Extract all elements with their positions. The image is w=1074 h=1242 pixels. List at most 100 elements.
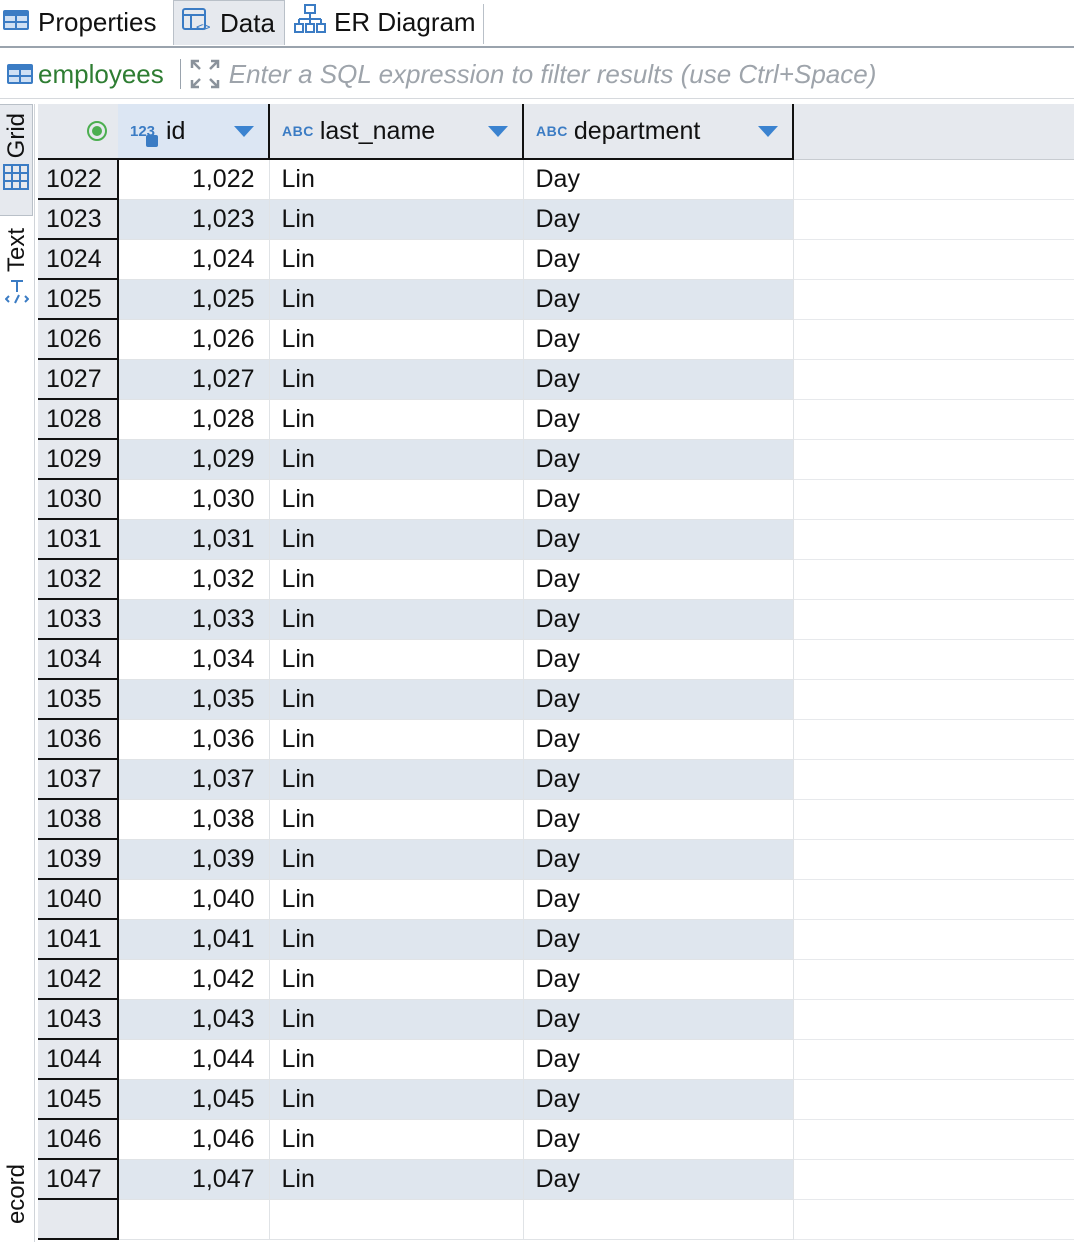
cell-last-name[interactable]: Lin bbox=[269, 1159, 524, 1200]
cell-id[interactable]: 1,038 bbox=[118, 799, 270, 840]
cell-last-name[interactable]: Lin bbox=[269, 159, 524, 200]
table-row[interactable]: 1040 1,040 Lin Day bbox=[38, 879, 1074, 920]
cell-last-name[interactable]: Lin bbox=[269, 679, 524, 720]
row-number[interactable]: 1036 bbox=[38, 719, 119, 760]
tab-er-diagram[interactable]: ER Diagram bbox=[286, 0, 482, 45]
cell-department[interactable]: Day bbox=[523, 639, 794, 680]
cell-id[interactable]: 1,041 bbox=[118, 919, 270, 960]
cell-last-name[interactable]: Lin bbox=[269, 839, 524, 880]
table-row[interactable]: 1027 1,027 Lin Day bbox=[38, 359, 1074, 400]
cell-last-name[interactable]: Lin bbox=[269, 479, 524, 520]
row-number[interactable]: 1043 bbox=[38, 999, 119, 1040]
tab-text-view[interactable]: Text bbox=[0, 228, 33, 328]
tab-properties[interactable]: Properties bbox=[0, 0, 172, 45]
cell-department[interactable]: Day bbox=[523, 559, 794, 600]
cell-department[interactable]: Day bbox=[523, 239, 794, 280]
tab-record-view[interactable]: ecord bbox=[0, 1164, 33, 1242]
cell-id[interactable]: 1,042 bbox=[118, 959, 270, 1000]
row-number[interactable]: 1047 bbox=[38, 1159, 119, 1200]
cell-department[interactable]: Day bbox=[523, 479, 794, 520]
cell-last-name[interactable]: Lin bbox=[269, 1039, 524, 1080]
row-number[interactable]: 1034 bbox=[38, 639, 119, 680]
cell-department[interactable]: Day bbox=[523, 359, 794, 400]
cell-department[interactable]: Day bbox=[523, 319, 794, 360]
column-sort-dropdown-icon[interactable] bbox=[488, 126, 508, 137]
row-number[interactable]: 1035 bbox=[38, 679, 119, 720]
table-row[interactable]: 1042 1,042 Lin Day bbox=[38, 959, 1074, 1000]
cell-department[interactable]: Day bbox=[523, 159, 794, 200]
table-row[interactable]: 1047 1,047 Lin Day bbox=[38, 1159, 1074, 1200]
cell-last-name[interactable]: Lin bbox=[269, 519, 524, 560]
cell-id[interactable]: 1,026 bbox=[118, 319, 270, 360]
cell-id[interactable]: 1,039 bbox=[118, 839, 270, 880]
cell-department[interactable]: Day bbox=[523, 439, 794, 480]
table-name[interactable]: employees bbox=[6, 59, 164, 90]
column-sort-dropdown-icon[interactable] bbox=[758, 126, 778, 137]
cell-last-name[interactable]: Lin bbox=[269, 359, 524, 400]
cell-id[interactable]: 1,045 bbox=[118, 1079, 270, 1120]
row-number[interactable]: 1028 bbox=[38, 399, 119, 440]
table-row[interactable]: 1038 1,038 Lin Day bbox=[38, 799, 1074, 840]
row-number[interactable]: 1033 bbox=[38, 599, 119, 640]
row-number[interactable]: 1046 bbox=[38, 1119, 119, 1160]
table-row[interactable]: 1029 1,029 Lin Day bbox=[38, 439, 1074, 480]
filter-input[interactable]: Enter a SQL expression to filter results… bbox=[229, 59, 877, 90]
cell-last-name[interactable]: Lin bbox=[269, 239, 524, 280]
cell-id[interactable]: 1,024 bbox=[118, 239, 270, 280]
row-number[interactable]: 1022 bbox=[38, 159, 119, 200]
cell-department[interactable]: Day bbox=[523, 959, 794, 1000]
cell-last-name[interactable]: Lin bbox=[269, 639, 524, 680]
table-row[interactable]: 1025 1,025 Lin Day bbox=[38, 279, 1074, 320]
table-row[interactable]: 1036 1,036 Lin Day bbox=[38, 719, 1074, 760]
cell-last-name[interactable]: Lin bbox=[269, 319, 524, 360]
column-sort-dropdown-icon[interactable] bbox=[234, 126, 254, 137]
cell-last-name[interactable]: Lin bbox=[269, 879, 524, 920]
cell-department[interactable]: Day bbox=[523, 399, 794, 440]
grid-corner[interactable] bbox=[38, 104, 118, 160]
cell-last-name[interactable]: Lin bbox=[269, 919, 524, 960]
column-header-last-name[interactable]: ABC last_name bbox=[269, 104, 524, 160]
cell-last-name[interactable]: Lin bbox=[269, 999, 524, 1040]
table-row[interactable]: 1024 1,024 Lin Day bbox=[38, 239, 1074, 280]
row-number[interactable]: 1025 bbox=[38, 279, 119, 320]
cell-last-name[interactable]: Lin bbox=[269, 439, 524, 480]
column-header-department[interactable]: ABC department bbox=[523, 104, 794, 160]
row-number[interactable]: 1038 bbox=[38, 799, 119, 840]
tab-grid-view[interactable]: Grid bbox=[0, 104, 33, 216]
row-number[interactable]: 1030 bbox=[38, 479, 119, 520]
cell-department[interactable]: Day bbox=[523, 919, 794, 960]
cell-last-name[interactable]: Lin bbox=[269, 1119, 524, 1160]
cell-id[interactable]: 1,028 bbox=[118, 399, 270, 440]
cell-department[interactable]: Day bbox=[523, 199, 794, 240]
cell-id[interactable]: 1,040 bbox=[118, 879, 270, 920]
table-row[interactable]: 1035 1,035 Lin Day bbox=[38, 679, 1074, 720]
table-row[interactable]: 1032 1,032 Lin Day bbox=[38, 559, 1074, 600]
table-row[interactable]: 1033 1,033 Lin Day bbox=[38, 599, 1074, 640]
cell-last-name[interactable]: Lin bbox=[269, 199, 524, 240]
table-row[interactable]: 1039 1,039 Lin Day bbox=[38, 839, 1074, 880]
row-number[interactable]: 1042 bbox=[38, 959, 119, 1000]
tab-data[interactable]: <> Data bbox=[173, 0, 285, 45]
expand-icon[interactable] bbox=[189, 58, 221, 90]
cell-id[interactable]: 1,033 bbox=[118, 599, 270, 640]
cell-id[interactable]: 1,022 bbox=[118, 159, 270, 200]
cell-department[interactable]: Day bbox=[523, 719, 794, 760]
table-row[interactable]: 1023 1,023 Lin Day bbox=[38, 199, 1074, 240]
row-number[interactable]: 1039 bbox=[38, 839, 119, 880]
row-number[interactable]: 1032 bbox=[38, 559, 119, 600]
table-row[interactable]: 1030 1,030 Lin Day bbox=[38, 479, 1074, 520]
row-number[interactable]: 1029 bbox=[38, 439, 119, 480]
row-number[interactable]: 1026 bbox=[38, 319, 119, 360]
cell-department[interactable]: Day bbox=[523, 1159, 794, 1200]
row-number[interactable]: 1024 bbox=[38, 239, 119, 280]
table-row[interactable]: 1034 1,034 Lin Day bbox=[38, 639, 1074, 680]
row-number[interactable]: 1023 bbox=[38, 199, 119, 240]
table-row[interactable]: 1045 1,045 Lin Day bbox=[38, 1079, 1074, 1120]
table-row[interactable]: 1037 1,037 Lin Day bbox=[38, 759, 1074, 800]
column-header-id[interactable]: 123 id bbox=[118, 104, 270, 160]
table-row[interactable]: 1043 1,043 Lin Day bbox=[38, 999, 1074, 1040]
cell-id[interactable]: 1,047 bbox=[118, 1159, 270, 1200]
cell-last-name[interactable]: Lin bbox=[269, 959, 524, 1000]
cell-department[interactable]: Day bbox=[523, 519, 794, 560]
cell-department[interactable]: Day bbox=[523, 279, 794, 320]
